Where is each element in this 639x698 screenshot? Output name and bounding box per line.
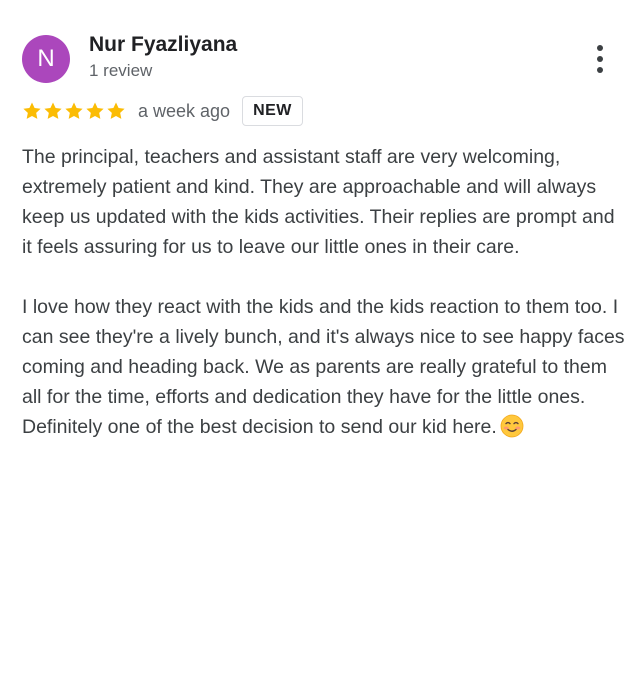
- smiling-face-emoji-icon: [500, 414, 524, 438]
- star-icon: [23, 102, 41, 119]
- new-badge: NEW: [242, 96, 303, 126]
- reviewer-review-count[interactable]: 1 review: [89, 61, 152, 81]
- star-icon: [65, 102, 83, 119]
- star-rating: [22, 101, 126, 121]
- star-icon: [44, 102, 62, 119]
- review-card: N Nur Fyazliyana 1 review a week ago NEW…: [0, 0, 639, 698]
- review-text: The principal, teachers and assistant st…: [22, 142, 626, 442]
- star-icon: [107, 102, 125, 119]
- menu-dot: [597, 67, 603, 73]
- review-time: a week ago: [138, 100, 231, 121]
- avatar[interactable]: N: [22, 35, 70, 83]
- reviewer-name[interactable]: Nur Fyazliyana: [89, 33, 237, 57]
- menu-dot: [597, 56, 603, 62]
- star-icon: [86, 102, 104, 119]
- review-paragraph-2: I love how they react with the kids and …: [22, 292, 626, 442]
- more-vert-icon[interactable]: [586, 42, 614, 76]
- review-paragraph-text: I love how they react with the kids and …: [22, 296, 625, 438]
- review-paragraph: The principal, teachers and assistant st…: [22, 146, 615, 258]
- rating-row: a week ago NEW: [22, 95, 303, 127]
- menu-dot: [597, 45, 603, 51]
